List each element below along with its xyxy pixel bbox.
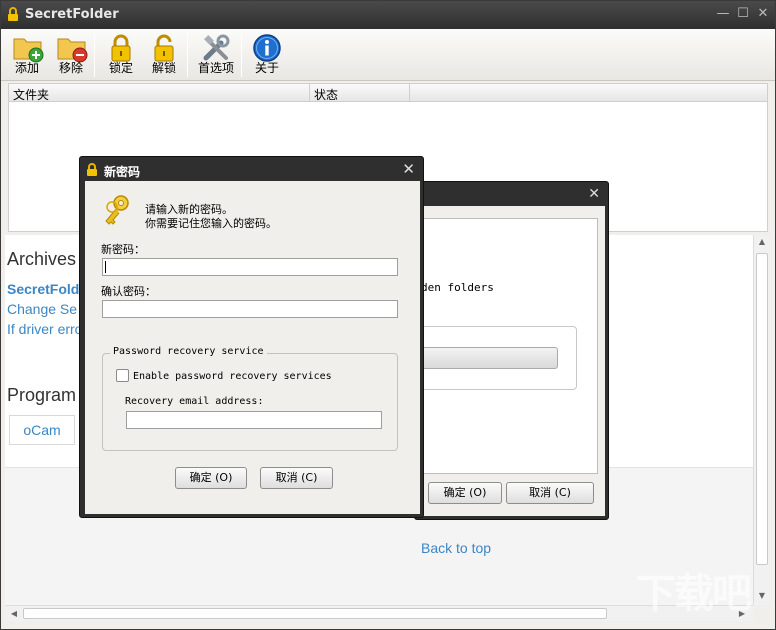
prompt-line-2: 你需要记住您输入的密码。 <box>145 217 277 230</box>
lock-icon <box>8 7 18 21</box>
close-button[interactable]: ✕ <box>755 6 771 22</box>
ok-button[interactable]: 确定 (O) <box>175 467 247 489</box>
column-divider[interactable] <box>309 84 310 102</box>
lock-button[interactable]: 锁定 <box>101 31 141 79</box>
back-cancel-button[interactable]: 取消 (C) <box>506 482 594 504</box>
hidden-folders-text: den folders <box>421 281 494 294</box>
scroll-up-icon[interactable]: ▲ <box>755 237 769 246</box>
ocam-link[interactable]: oCam <box>9 415 75 445</box>
maximize-button[interactable]: ☐ <box>735 6 751 22</box>
cancel-button[interactable]: 取消 (C) <box>260 467 333 489</box>
driver-error-link[interactable]: If driver erro <box>7 321 82 337</box>
about-button[interactable]: 关于 <box>247 31 287 79</box>
lock-icon <box>87 163 97 176</box>
add-button[interactable]: 添加 <box>7 31 47 79</box>
minimize-button[interactable]: — <box>715 6 731 22</box>
title-bar: SecretFolder — ☐ ✕ <box>1 1 775 29</box>
text-cursor <box>105 261 106 273</box>
new-password-label: 新密码： <box>101 243 145 256</box>
toolbar-separator <box>94 33 95 77</box>
vertical-scroll-thumb[interactable] <box>756 253 768 565</box>
vertical-scrollbar[interactable]: ▲ ▼ <box>753 235 769 605</box>
background-dialog-panel: den folders <box>411 218 598 474</box>
toolbar: 添加 移除 锁定 解锁 首选项 关于 <box>1 29 775 81</box>
program-heading: Program <box>7 385 77 405</box>
confirm-password-field[interactable] <box>102 300 398 318</box>
archives-heading: Archives <box>7 249 77 269</box>
recovery-email-label: Recovery email address: <box>125 396 264 407</box>
enable-recovery-label[interactable]: Enable password recovery services <box>133 371 332 382</box>
new-password-field[interactable] <box>102 258 398 276</box>
back-to-top-link[interactable]: Back to top <box>421 540 491 556</box>
new-password-dialog: 新密码 ✕ 请输入新的密码。 你需要记住您输入的密码。 新密码： 确认密码： P… <box>79 156 424 518</box>
background-dialog-group <box>411 326 577 390</box>
background-dialog: ✕ den folders 确定 (O) 取消 (C) <box>411 181 609 520</box>
column-status[interactable]: 状态 <box>314 86 338 103</box>
change-link[interactable]: Change Se <box>7 301 77 317</box>
recovery-groupbox: Password recovery service Enable passwor… <box>102 346 398 451</box>
enable-recovery-checkbox[interactable] <box>116 369 129 382</box>
toolbar-separator <box>241 33 242 77</box>
dialog-close-icon[interactable]: ✕ <box>402 160 415 178</box>
preferences-button[interactable]: 首选项 <box>193 31 239 79</box>
remove-button[interactable]: 移除 <box>51 31 91 79</box>
watermark-logo: 下载吧 <box>636 571 752 617</box>
background-dialog-bar[interactable] <box>412 347 558 369</box>
recovery-group-label: Password recovery service <box>110 346 267 357</box>
unlock-button[interactable]: 解锁 <box>144 31 184 79</box>
keys-icon <box>105 195 129 225</box>
folder-list-header: 文件夹 状态 <box>8 83 768 102</box>
toolbar-separator <box>187 33 188 77</box>
dialog-title: 新密码 <box>104 165 141 179</box>
column-folder[interactable]: 文件夹 <box>13 86 49 103</box>
close-icon[interactable]: ✕ <box>588 186 600 202</box>
recovery-email-field[interactable] <box>126 411 382 429</box>
horizontal-scroll-thumb[interactable] <box>23 608 607 619</box>
window-title: SecretFolder <box>25 7 119 22</box>
confirm-password-label: 确认密码： <box>101 285 156 298</box>
back-ok-button[interactable]: 确定 (O) <box>428 482 502 504</box>
scroll-left-icon[interactable]: ◀ <box>7 609 21 618</box>
column-divider[interactable] <box>409 84 410 102</box>
